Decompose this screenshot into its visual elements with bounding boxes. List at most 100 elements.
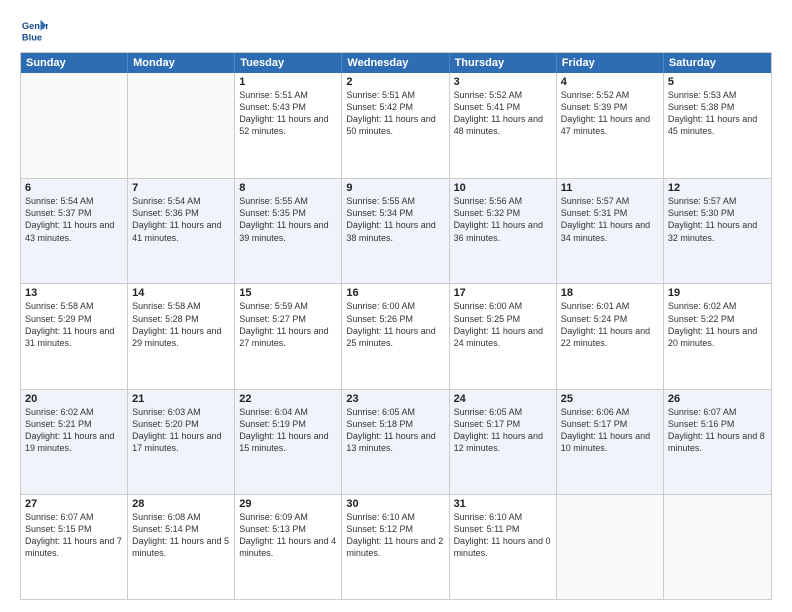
header-day-wednesday: Wednesday: [342, 53, 449, 73]
logo-icon: General Blue: [20, 16, 48, 44]
cell-info: Sunrise: 6:01 AM Sunset: 5:24 PM Dayligh…: [561, 300, 659, 349]
cell-info: Sunrise: 5:52 AM Sunset: 5:41 PM Dayligh…: [454, 89, 552, 138]
day-number: 19: [668, 287, 767, 299]
cell-info: Sunrise: 6:00 AM Sunset: 5:26 PM Dayligh…: [346, 300, 444, 349]
calendar-row-2: 13Sunrise: 5:58 AM Sunset: 5:29 PM Dayli…: [21, 283, 771, 388]
header-day-thursday: Thursday: [450, 53, 557, 73]
day-number: 20: [25, 393, 123, 405]
cell-info: Sunrise: 6:06 AM Sunset: 5:17 PM Dayligh…: [561, 406, 659, 455]
calendar-cell: [128, 73, 235, 178]
cell-info: Sunrise: 5:51 AM Sunset: 5:42 PM Dayligh…: [346, 89, 444, 138]
day-number: 3: [454, 76, 552, 88]
calendar-header: SundayMondayTuesdayWednesdayThursdayFrid…: [21, 53, 771, 73]
header-day-sunday: Sunday: [21, 53, 128, 73]
day-number: 7: [132, 182, 230, 194]
calendar-cell: 16Sunrise: 6:00 AM Sunset: 5:26 PM Dayli…: [342, 284, 449, 388]
header-day-tuesday: Tuesday: [235, 53, 342, 73]
calendar-cell: 9Sunrise: 5:55 AM Sunset: 5:34 PM Daylig…: [342, 179, 449, 283]
calendar-cell: 28Sunrise: 6:08 AM Sunset: 5:14 PM Dayli…: [128, 495, 235, 599]
day-number: 4: [561, 76, 659, 88]
calendar-cell: 8Sunrise: 5:55 AM Sunset: 5:35 PM Daylig…: [235, 179, 342, 283]
calendar-cell: 22Sunrise: 6:04 AM Sunset: 5:19 PM Dayli…: [235, 390, 342, 494]
calendar-cell: 5Sunrise: 5:53 AM Sunset: 5:38 PM Daylig…: [664, 73, 771, 178]
day-number: 22: [239, 393, 337, 405]
cell-info: Sunrise: 5:54 AM Sunset: 5:36 PM Dayligh…: [132, 195, 230, 244]
header-day-friday: Friday: [557, 53, 664, 73]
cell-info: Sunrise: 5:58 AM Sunset: 5:28 PM Dayligh…: [132, 300, 230, 349]
day-number: 8: [239, 182, 337, 194]
cell-info: Sunrise: 5:54 AM Sunset: 5:37 PM Dayligh…: [25, 195, 123, 244]
cell-info: Sunrise: 5:52 AM Sunset: 5:39 PM Dayligh…: [561, 89, 659, 138]
day-number: 25: [561, 393, 659, 405]
calendar-cell: 6Sunrise: 5:54 AM Sunset: 5:37 PM Daylig…: [21, 179, 128, 283]
day-number: 10: [454, 182, 552, 194]
calendar-cell: 17Sunrise: 6:00 AM Sunset: 5:25 PM Dayli…: [450, 284, 557, 388]
svg-text:Blue: Blue: [22, 32, 42, 42]
day-number: 11: [561, 182, 659, 194]
day-number: 28: [132, 498, 230, 510]
header-day-saturday: Saturday: [664, 53, 771, 73]
day-number: 12: [668, 182, 767, 194]
logo: General Blue: [20, 16, 52, 44]
calendar-cell: 2Sunrise: 5:51 AM Sunset: 5:42 PM Daylig…: [342, 73, 449, 178]
cell-info: Sunrise: 5:51 AM Sunset: 5:43 PM Dayligh…: [239, 89, 337, 138]
calendar-cell: 24Sunrise: 6:05 AM Sunset: 5:17 PM Dayli…: [450, 390, 557, 494]
day-number: 9: [346, 182, 444, 194]
calendar-cell: 29Sunrise: 6:09 AM Sunset: 5:13 PM Dayli…: [235, 495, 342, 599]
calendar-cell: 15Sunrise: 5:59 AM Sunset: 5:27 PM Dayli…: [235, 284, 342, 388]
calendar-cell: 4Sunrise: 5:52 AM Sunset: 5:39 PM Daylig…: [557, 73, 664, 178]
calendar-cell: 20Sunrise: 6:02 AM Sunset: 5:21 PM Dayli…: [21, 390, 128, 494]
calendar-row-4: 27Sunrise: 6:07 AM Sunset: 5:15 PM Dayli…: [21, 494, 771, 599]
cell-info: Sunrise: 6:07 AM Sunset: 5:16 PM Dayligh…: [668, 406, 767, 455]
day-number: 13: [25, 287, 123, 299]
cell-info: Sunrise: 6:02 AM Sunset: 5:21 PM Dayligh…: [25, 406, 123, 455]
calendar-cell: 10Sunrise: 5:56 AM Sunset: 5:32 PM Dayli…: [450, 179, 557, 283]
day-number: 26: [668, 393, 767, 405]
calendar-cell: 14Sunrise: 5:58 AM Sunset: 5:28 PM Dayli…: [128, 284, 235, 388]
day-number: 16: [346, 287, 444, 299]
cell-info: Sunrise: 5:57 AM Sunset: 5:30 PM Dayligh…: [668, 195, 767, 244]
cell-info: Sunrise: 5:58 AM Sunset: 5:29 PM Dayligh…: [25, 300, 123, 349]
header-day-monday: Monday: [128, 53, 235, 73]
cell-info: Sunrise: 6:02 AM Sunset: 5:22 PM Dayligh…: [668, 300, 767, 349]
day-number: 14: [132, 287, 230, 299]
calendar-cell: 30Sunrise: 6:10 AM Sunset: 5:12 PM Dayli…: [342, 495, 449, 599]
day-number: 15: [239, 287, 337, 299]
day-number: 1: [239, 76, 337, 88]
day-number: 31: [454, 498, 552, 510]
calendar-cell: 21Sunrise: 6:03 AM Sunset: 5:20 PM Dayli…: [128, 390, 235, 494]
day-number: 5: [668, 76, 767, 88]
calendar-cell: 11Sunrise: 5:57 AM Sunset: 5:31 PM Dayli…: [557, 179, 664, 283]
day-number: 30: [346, 498, 444, 510]
calendar-grid: SundayMondayTuesdayWednesdayThursdayFrid…: [20, 52, 772, 600]
day-number: 2: [346, 76, 444, 88]
cell-info: Sunrise: 6:08 AM Sunset: 5:14 PM Dayligh…: [132, 511, 230, 560]
cell-info: Sunrise: 5:53 AM Sunset: 5:38 PM Dayligh…: [668, 89, 767, 138]
calendar-cell: 18Sunrise: 6:01 AM Sunset: 5:24 PM Dayli…: [557, 284, 664, 388]
calendar-cell: [557, 495, 664, 599]
calendar-cell: 7Sunrise: 5:54 AM Sunset: 5:36 PM Daylig…: [128, 179, 235, 283]
calendar-cell: 27Sunrise: 6:07 AM Sunset: 5:15 PM Dayli…: [21, 495, 128, 599]
cell-info: Sunrise: 6:10 AM Sunset: 5:12 PM Dayligh…: [346, 511, 444, 560]
cell-info: Sunrise: 5:55 AM Sunset: 5:34 PM Dayligh…: [346, 195, 444, 244]
cell-info: Sunrise: 6:03 AM Sunset: 5:20 PM Dayligh…: [132, 406, 230, 455]
calendar-body: 1Sunrise: 5:51 AM Sunset: 5:43 PM Daylig…: [21, 73, 771, 599]
calendar-cell: 31Sunrise: 6:10 AM Sunset: 5:11 PM Dayli…: [450, 495, 557, 599]
day-number: 27: [25, 498, 123, 510]
calendar-cell: [21, 73, 128, 178]
calendar-row-1: 6Sunrise: 5:54 AM Sunset: 5:37 PM Daylig…: [21, 178, 771, 283]
cell-info: Sunrise: 6:05 AM Sunset: 5:17 PM Dayligh…: [454, 406, 552, 455]
calendar-cell: [664, 495, 771, 599]
cell-info: Sunrise: 5:56 AM Sunset: 5:32 PM Dayligh…: [454, 195, 552, 244]
calendar-cell: 12Sunrise: 5:57 AM Sunset: 5:30 PM Dayli…: [664, 179, 771, 283]
calendar-cell: 19Sunrise: 6:02 AM Sunset: 5:22 PM Dayli…: [664, 284, 771, 388]
cell-info: Sunrise: 5:55 AM Sunset: 5:35 PM Dayligh…: [239, 195, 337, 244]
day-number: 23: [346, 393, 444, 405]
calendar-cell: 13Sunrise: 5:58 AM Sunset: 5:29 PM Dayli…: [21, 284, 128, 388]
cell-info: Sunrise: 6:07 AM Sunset: 5:15 PM Dayligh…: [25, 511, 123, 560]
calendar-cell: 3Sunrise: 5:52 AM Sunset: 5:41 PM Daylig…: [450, 73, 557, 178]
day-number: 6: [25, 182, 123, 194]
day-number: 24: [454, 393, 552, 405]
day-number: 21: [132, 393, 230, 405]
cell-info: Sunrise: 6:09 AM Sunset: 5:13 PM Dayligh…: [239, 511, 337, 560]
